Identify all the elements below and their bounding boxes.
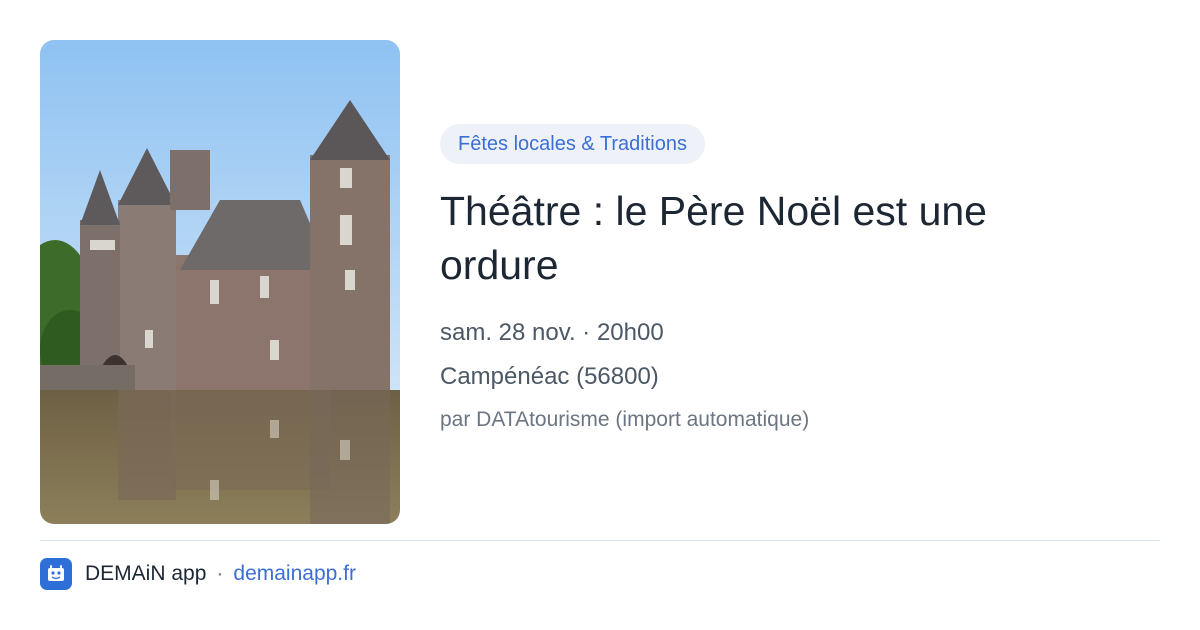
app-name[interactable]: DEMAiN app (85, 562, 206, 586)
event-title: Théâtre : le Père Noël est une ordure (440, 188, 987, 288)
demain-logo-icon[interactable] (40, 558, 72, 590)
logo-glyph (48, 565, 64, 581)
footer-divider (40, 540, 1160, 541)
castle-photo (40, 40, 400, 524)
footer: DEMAiN app · demainapp.fr (40, 558, 356, 590)
domain-link[interactable]: demainapp.fr (233, 562, 356, 586)
category-tag[interactable]: Fêtes locales & Traditions (440, 124, 705, 164)
footer-separator: · (216, 562, 224, 585)
event-source: par DATAtourisme (import automatique) (440, 408, 810, 431)
event-location: Campénéac (56800) (440, 363, 659, 390)
event-details: Fêtes locales & Traditions Théâtre : le … (440, 124, 1160, 434)
event-image (40, 40, 400, 524)
event-datetime: sam. 28 nov. · 20h00 (440, 319, 664, 346)
